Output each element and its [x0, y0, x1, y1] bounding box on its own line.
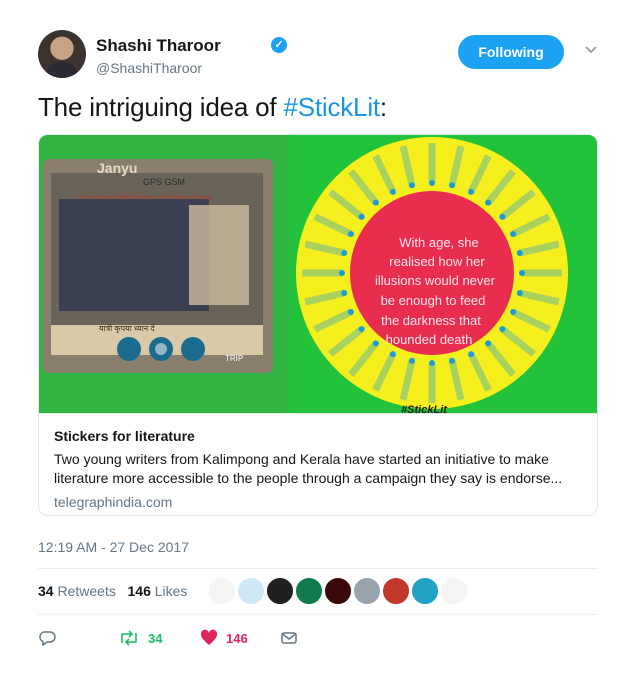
pencil-tip	[389, 188, 396, 195]
pencil-tip	[347, 230, 354, 237]
like-count: 146	[226, 630, 248, 646]
card-title: Stickers for literature	[54, 428, 195, 444]
pencil-tip	[408, 357, 415, 364]
card-domain: telegraphindia.com	[54, 494, 173, 510]
author-avatar[interactable]	[38, 30, 86, 78]
pencil-tip	[516, 290, 523, 297]
liker-avatar[interactable]	[411, 577, 439, 605]
card-image-illustration: Janyu GPS GSM Fare includes Night Charge…	[39, 135, 597, 413]
liker-avatar[interactable]	[440, 577, 468, 605]
pencil-tip	[429, 180, 435, 186]
sticker-brand: #StickLit	[401, 404, 448, 413]
pencil-tip	[485, 199, 492, 206]
pencil-tip	[499, 326, 506, 333]
meter-hindi-text: यात्री कृपया ध्यान दें	[99, 323, 155, 334]
tweet-text-end: :	[379, 92, 387, 122]
pencil-tip	[510, 230, 517, 237]
liker-avatar[interactable]	[295, 577, 323, 605]
sticker-line: realised how her	[389, 254, 485, 269]
pencil-tip	[468, 351, 475, 358]
sticker-line: the darkness that	[381, 313, 481, 328]
hashtag-link[interactable]: #StickLit	[283, 92, 380, 122]
reply-icon[interactable]	[38, 628, 56, 648]
sticker-line: be enough to feed	[381, 293, 486, 308]
tweet-header: Shashi Tharoor ✓ @ShashiTharoor Followin…	[38, 30, 608, 82]
likes-count[interactable]: 146	[128, 583, 151, 599]
author-handle[interactable]: @ShashiTharoor	[96, 60, 202, 76]
tweet-actions: 34 146	[38, 628, 438, 648]
following-button[interactable]: Following	[458, 35, 564, 69]
liker-avatar[interactable]	[353, 577, 381, 605]
card-body[interactable]: Stickers for literature Two young writer…	[39, 413, 597, 515]
liker-avatar[interactable]	[266, 577, 294, 605]
pencil-tip	[468, 188, 475, 195]
pencil-tip	[341, 290, 348, 297]
pencil-tip	[449, 182, 456, 189]
meter-notice: Fare includes Night Charges and Waiting …	[79, 195, 213, 201]
chevron-down-icon[interactable]	[583, 42, 599, 58]
link-card[interactable]: Janyu GPS GSM Fare includes Night Charge…	[38, 134, 598, 516]
pencil-tip	[449, 357, 456, 364]
liker-avatar[interactable]	[237, 577, 265, 605]
card-description: Two young writers from Kalimpong and Ker…	[54, 451, 563, 486]
pencil-tip	[372, 340, 379, 347]
pencil-tip	[516, 249, 523, 256]
pencil-tip	[389, 351, 396, 358]
pencil-tip	[372, 199, 379, 206]
envelope-icon[interactable]	[280, 628, 298, 648]
meter-trip-label: TRIP	[225, 354, 243, 363]
author-name[interactable]: Shashi Tharoor	[96, 36, 221, 56]
divider	[38, 568, 598, 569]
sticker-line: hounded death	[386, 332, 473, 347]
retweet-count: 34	[148, 630, 163, 646]
liker-avatar[interactable]	[382, 577, 410, 605]
likes-label[interactable]: Likes	[155, 583, 188, 599]
retweets-count[interactable]: 34	[38, 583, 54, 599]
like-button[interactable]: 146	[200, 628, 248, 648]
pencil-tip	[510, 309, 517, 316]
pencil-tip	[429, 360, 435, 366]
pencil-tip	[358, 326, 365, 333]
meter-label: GPS GSM	[143, 177, 185, 187]
verified-badge-icon: ✓	[271, 37, 287, 53]
sticker-line: With age, she	[399, 235, 479, 250]
pencil-tip	[339, 270, 345, 276]
pencil-tip	[347, 309, 354, 316]
pencil-tip	[341, 249, 348, 256]
meter-brand: Janyu	[97, 160, 137, 176]
retweet-icon[interactable]	[118, 629, 140, 647]
card-image[interactable]: Janyu GPS GSM Fare includes Night Charge…	[39, 135, 597, 413]
divider	[38, 614, 598, 615]
taxi-meter	[43, 159, 273, 373]
pencil-tip	[499, 213, 506, 220]
pencil-tip	[519, 270, 525, 276]
retweet-button[interactable]: 34	[118, 628, 162, 648]
heart-icon[interactable]	[200, 629, 218, 647]
sticker-line: illusions would never	[375, 273, 496, 288]
retweets-label[interactable]: Retweets	[57, 583, 115, 599]
tweet-text: The intriguing idea of #StickLit:	[38, 92, 387, 123]
pencil-tip	[485, 340, 492, 347]
tweet-stats: 34 Retweets 146 Likes	[38, 583, 187, 599]
tweet-text-start: The intriguing idea of	[38, 92, 284, 122]
pencil-tip	[408, 182, 415, 189]
liker-avatar[interactable]	[324, 577, 352, 605]
pencil-tip	[358, 213, 365, 220]
liker-avatar[interactable]	[208, 577, 236, 605]
tweet-timestamp[interactable]: 12:19 AM - 27 Dec 2017	[38, 539, 189, 555]
